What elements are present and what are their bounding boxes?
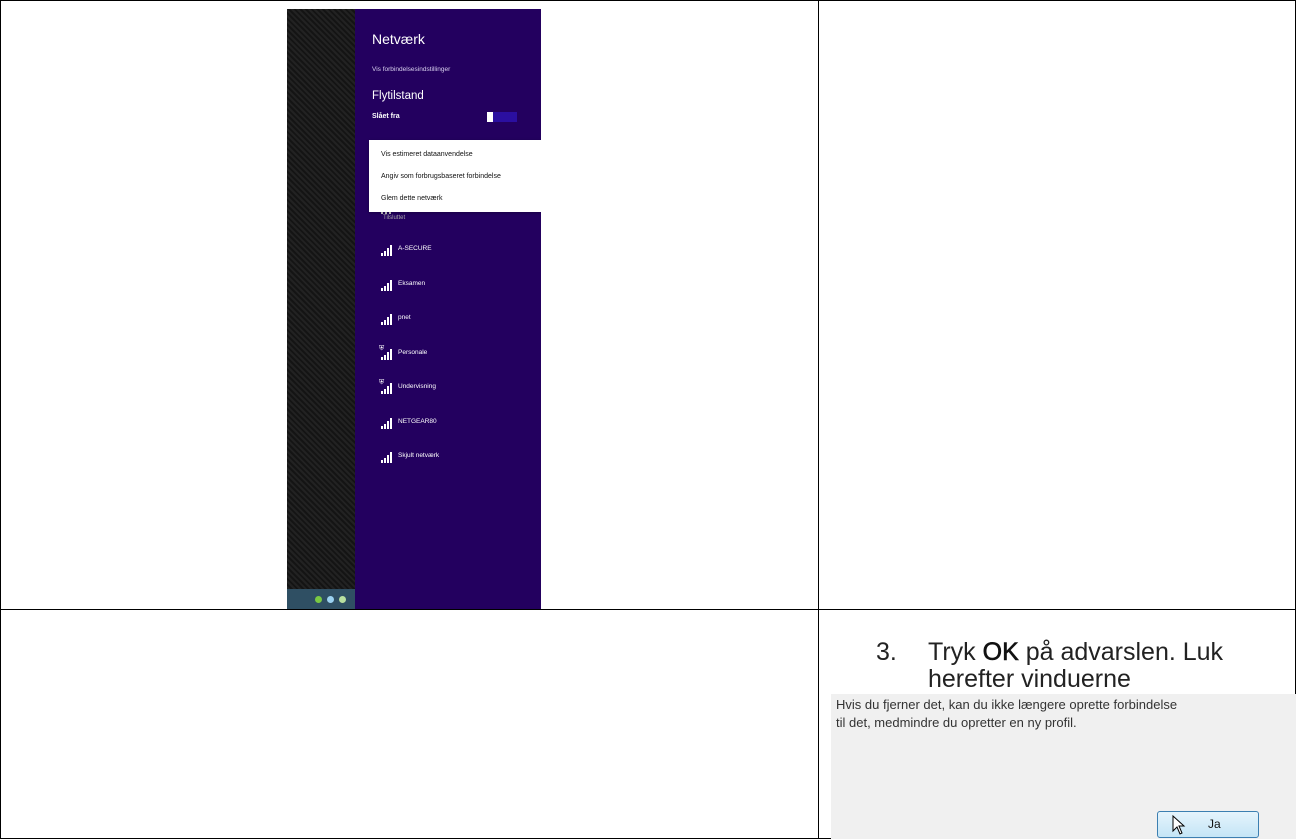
table-cell-bottom-left (0, 609, 819, 839)
network-name: pnet (398, 314, 411, 321)
yes-button-label: Ja (1208, 817, 1221, 831)
shield-icon: ⛨ (379, 344, 385, 352)
menu-item-forget-network[interactable]: Glem dette netværk (381, 195, 442, 202)
network-item[interactable]: ⛨ Undervisning (379, 379, 531, 396)
panel-title: Netværk (372, 31, 425, 47)
network-name: Eksamen (398, 279, 426, 287)
context-menu: Vis estimeret dataanvendelse Angiv som f… (369, 140, 541, 212)
wifi-signal-icon: ⛨ (379, 344, 395, 360)
network-panel-screenshot: Netværk Vis forbindelsesindstillinger Fl… (287, 9, 541, 611)
network-name: Skjult netværk (398, 452, 440, 459)
wifi-signal-icon (381, 279, 395, 291)
airplane-mode-title: Flytilstand (372, 90, 424, 102)
table-cell-top-left: Netværk Vis forbindelsesindstillinger Fl… (0, 0, 819, 611)
menu-item-metered-connection[interactable]: Angiv som forbrugsbaseret forbindelse (381, 173, 501, 180)
wifi-signal-icon (381, 417, 395, 429)
network-name: A-SECURE (398, 245, 432, 252)
network-item[interactable]: NETGEAR80 (381, 417, 531, 431)
network-item[interactable]: Skjult netværk (381, 451, 531, 465)
dialog-screenshot: Hvis du fjerner det, kan du ikke længere… (831, 694, 1296, 839)
step-text: Tryk OK på advarslen. Luk herefter vindu… (928, 638, 1296, 693)
shield-icon: ⛨ (379, 379, 385, 386)
mouse-cursor-icon (1172, 815, 1186, 835)
taskbar (287, 589, 355, 611)
wifi-signal-icon (381, 313, 395, 325)
network-name: NETGEAR80 (398, 417, 437, 425)
dialog-message-line1: Hvis du fjerner det, kan du ikke længere… (836, 697, 1178, 712)
connection-settings-link[interactable]: Vis forbindelsesindstillinger (372, 66, 450, 73)
network-name: Undervisning (398, 383, 436, 390)
network-item[interactable]: pnet (381, 313, 531, 327)
wifi-signal-icon (381, 451, 395, 463)
network-item[interactable]: A-SECURE (381, 244, 531, 258)
connected-status: Tilsluttet (383, 215, 406, 221)
desktop-background (287, 9, 355, 611)
step-text-pre: Tryk (928, 638, 983, 666)
network-name: Personale (398, 348, 428, 356)
dialog-message-line2: til det, medmindre du opretter en ny pro… (836, 715, 1077, 730)
table-cell-top-right (818, 0, 1296, 610)
airplane-mode-state: Slået fra (372, 113, 400, 120)
wifi-signal-icon (381, 244, 395, 256)
step-number: 3. (876, 638, 897, 666)
network-charm-panel: Netværk Vis forbindelsesindstillinger Fl… (355, 9, 541, 611)
dialog-message: Hvis du fjerner det, kan du ikke længere… (836, 696, 1296, 732)
tray-icon (315, 596, 322, 603)
toggle-knob (487, 112, 493, 122)
airplane-mode-toggle[interactable] (487, 112, 517, 122)
tray-icon (327, 596, 334, 603)
network-item[interactable]: Eksamen (381, 279, 531, 293)
yes-button[interactable]: Ja (1157, 811, 1259, 838)
network-item[interactable]: ⛨ Personale (379, 344, 531, 362)
step-text-ok: OK (982, 638, 1019, 666)
menu-item-estimated-data[interactable]: Vis estimeret dataanvendelse (381, 151, 473, 158)
tray-icon (339, 596, 346, 603)
wifi-signal-icon: ⛨ (379, 379, 395, 394)
